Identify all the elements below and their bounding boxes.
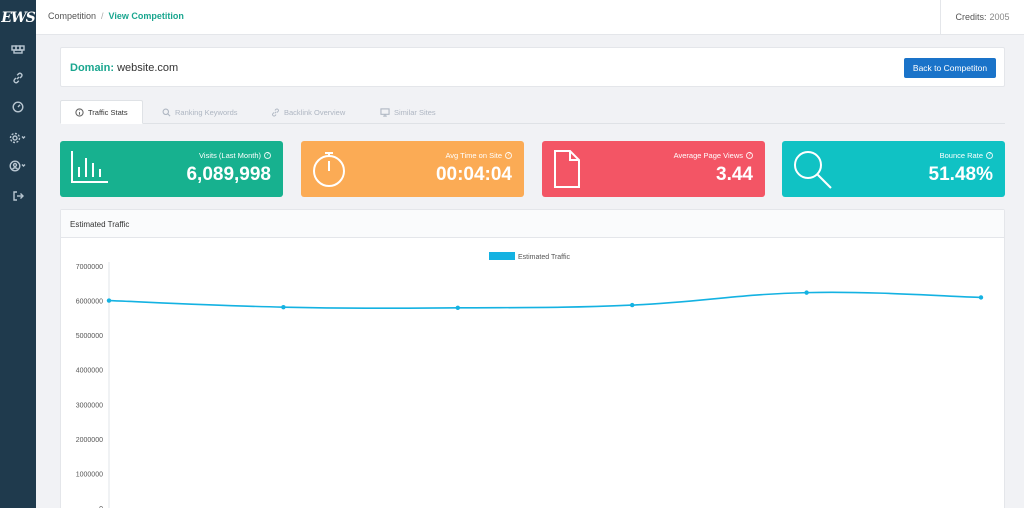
tab-label: Similar Sites [394, 107, 436, 117]
y-tick-label: 2000000 [76, 437, 103, 444]
credits-value: 2005 [989, 12, 1010, 22]
tab-bar: Traffic Stats Ranking Keywords Backlink … [60, 100, 1005, 124]
tab-ranking-keywords[interactable]: Ranking Keywords [162, 100, 238, 124]
chart-panel: Estimated Traffic 7000000 6000000 5000000 4… [60, 209, 1005, 508]
chart-panel-title: Estimated Traffic [61, 210, 1004, 238]
legend-label: Estimated Traffic [518, 254, 571, 261]
breadcrumb-parent[interactable]: Competition [48, 11, 96, 21]
help-icon[interactable]: ? [986, 152, 993, 159]
sidebar: EWS [0, 0, 36, 508]
info-icon [75, 107, 84, 117]
stat-card-visits: Visits (Last Month)? 6,089,998 [60, 141, 283, 197]
stat-card-bounce-rate: Bounce Rate? 51.48% [782, 141, 1005, 197]
user-icon [9, 160, 26, 172]
domain-label: Domain: [70, 62, 114, 74]
domain-panel: Domain: website.com Back to Competiton [60, 47, 1005, 87]
sidebar-item-settings[interactable] [0, 128, 36, 148]
stat-title: Average Page Views? [674, 151, 753, 160]
data-point [281, 304, 286, 310]
stat-card-avg-time: Avg Time on Site? 00:04:04 [301, 141, 524, 197]
stat-value: 6,089,998 [186, 164, 271, 185]
stat-value: 00:04:04 [435, 164, 512, 185]
data-point [630, 302, 635, 308]
tab-label: Ranking Keywords [175, 107, 238, 117]
monitor-icon [380, 107, 390, 117]
help-icon[interactable]: ? [505, 152, 512, 159]
back-to-competition-button[interactable]: Back to Competiton [904, 58, 996, 78]
stat-title: Visits (Last Month)? [199, 151, 271, 160]
sidebar-item-dashboard[interactable] [0, 39, 36, 59]
sidebar-item-links[interactable] [0, 68, 36, 88]
sidebar-item-speed[interactable] [0, 97, 36, 117]
settings-icon [9, 132, 26, 144]
y-tick-label: 3000000 [76, 402, 103, 409]
stopwatch-icon [311, 149, 351, 194]
logo-text: EWS [1, 10, 36, 26]
data-point [978, 295, 984, 300]
tab-traffic-stats[interactable]: Traffic Stats [60, 100, 143, 124]
document-icon [552, 149, 582, 194]
logout-icon [13, 191, 24, 201]
stat-title: Bounce Rate? [940, 151, 993, 160]
domain-value: website.com [117, 62, 179, 74]
breadcrumb-separator: / [101, 11, 104, 21]
link-icon [13, 72, 23, 84]
stat-card-page-views: Average Page Views? 3.44 [542, 141, 765, 197]
y-tick-label: 1000000 [76, 471, 103, 478]
bar-chart-icon [70, 149, 110, 190]
app-logo[interactable]: EWS [1, 5, 36, 31]
sidebar-item-user[interactable] [0, 156, 36, 176]
credits-label: Credits: [955, 12, 987, 22]
breadcrumb-current: View Competition [108, 11, 184, 21]
tab-label: Traffic Stats [88, 107, 128, 117]
data-point [804, 290, 809, 295]
tab-similar-sites[interactable]: Similar Sites [380, 100, 436, 124]
speedometer-icon [12, 101, 24, 113]
help-icon[interactable]: ? [264, 152, 271, 159]
search-icon [162, 108, 171, 116]
sidebar-item-logout[interactable] [0, 186, 36, 206]
tab-label: Backlink Overview [284, 107, 346, 117]
tab-backlink-overview[interactable]: Backlink Overview [271, 100, 345, 124]
y-tick-label: 4000000 [76, 368, 103, 375]
link-icon [272, 108, 279, 116]
help-icon[interactable]: ? [746, 152, 753, 159]
legend-swatch [489, 252, 515, 260]
y-tick-label: 7000000 [76, 264, 103, 271]
traffic-line-chart: 7000000 6000000 5000000 4000000 3000000 20000… [76, 252, 984, 508]
y-tick-label: 6000000 [76, 299, 103, 306]
breadcrumb: Competition / View Competition [48, 11, 184, 21]
series-line [108, 291, 982, 309]
stat-value: 51.48% [928, 164, 993, 185]
dashboard-icon [11, 45, 25, 54]
data-point [455, 305, 460, 311]
search-icon [792, 149, 834, 196]
stat-value: 3.44 [716, 164, 753, 185]
stat-title: Avg Time on Site? [445, 151, 512, 160]
top-bar: Competition / View Competition Credits: 200… [36, 0, 1024, 35]
y-tick-label: 5000000 [76, 333, 103, 340]
credits: Credits: 2005 [940, 0, 1024, 34]
data-point [106, 298, 112, 303]
domain-info: Domain: website.com [70, 62, 178, 74]
